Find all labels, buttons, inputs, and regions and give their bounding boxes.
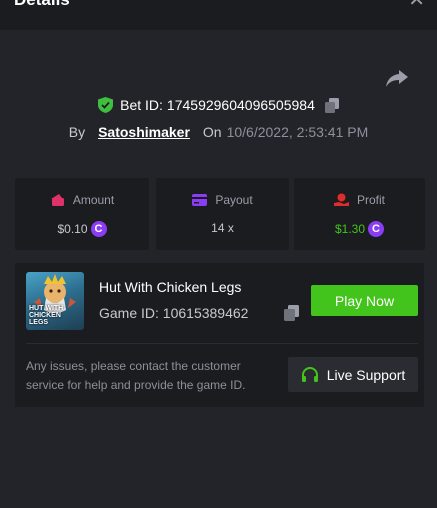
game-thumbnail[interactable]: HUT WITH CHICKEN LEGS: [26, 272, 84, 330]
amount-value: $0.10: [57, 222, 88, 236]
game-card: HUT WITH CHICKEN LEGS Hut With Chicken L…: [15, 263, 424, 407]
details-header: Details ✕: [0, 0, 437, 30]
live-support-label: Live Support: [326, 366, 406, 383]
amount-label: Amount: [72, 193, 115, 207]
bet-date: 10/6/2022, 2:53:41 PM: [226, 124, 369, 140]
username-link[interactable]: Satoshimaker: [98, 124, 190, 140]
bet-id-value: 1745929604096505984: [166, 97, 315, 113]
profit-icon: [333, 193, 349, 206]
divider: [26, 343, 418, 344]
profit-value: $1.30: [334, 222, 366, 236]
game-id-value: 10615389462: [162, 305, 249, 321]
payout-card: Payout 14 x: [156, 178, 289, 250]
on-label: On: [202, 124, 222, 140]
live-support-button[interactable]: Live Support: [288, 357, 418, 392]
amount-card: Amount $0.10 C: [15, 178, 149, 250]
game-id-label: Game ID:: [99, 305, 159, 321]
profit-card: Profit $1.30 C: [294, 178, 425, 250]
play-now-button[interactable]: Play Now: [311, 285, 418, 316]
bet-id-label: Bet ID:: [120, 97, 163, 113]
copy-icon[interactable]: [324, 97, 339, 113]
support-text: Any issues, please contact the customer …: [26, 359, 246, 392]
share-icon[interactable]: [385, 68, 409, 88]
game-name: Hut With Chicken Legs: [99, 279, 242, 295]
profit-label: Profit: [356, 193, 385, 207]
coin-icon: C: [90, 221, 107, 237]
game-thumbnail-text: HUT WITH CHICKEN LEGS: [29, 305, 64, 326]
wallet-icon: [50, 194, 64, 206]
game-id: Game ID: 10615389462: [99, 305, 248, 321]
payout-label: Payout: [215, 193, 253, 207]
shield-check-icon: [98, 97, 114, 113]
copy-icon[interactable]: [284, 305, 299, 321]
coin-icon: C: [368, 221, 385, 237]
card-icon: [192, 194, 208, 206]
bet-meta-row: By Satoshimaker On 10/6/2022, 2:53:41 PM: [0, 124, 437, 140]
bet-id-row: Bet ID: 1745929604096505984: [0, 97, 437, 113]
close-icon[interactable]: ✕: [408, 0, 425, 10]
headset-icon: [301, 366, 318, 382]
payout-value: 14 x: [211, 221, 234, 235]
header-title: Details: [14, 0, 70, 10]
by-label: By: [68, 124, 86, 140]
